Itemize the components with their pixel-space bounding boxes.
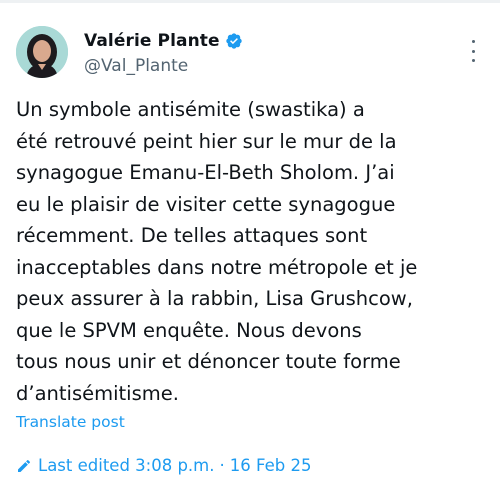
author-display-name[interactable]: Valérie Plante	[84, 31, 220, 51]
avatar[interactable]	[16, 26, 68, 78]
verified-badge-icon	[225, 32, 243, 50]
tweet-header: Valérie Plante @Val_Plante	[16, 26, 484, 86]
last-edited-date: 16 Feb 25	[229, 456, 312, 475]
edited-separator: ·	[219, 456, 225, 475]
tweet-text: Un symbole antisémite (swastika) a été r…	[16, 98, 418, 405]
author-handle[interactable]: @Val_Plante	[84, 56, 243, 76]
last-edited-label: Last edited 3:08 p.m.	[38, 456, 215, 475]
avatar-photo	[16, 26, 68, 78]
author-info: Valérie Plante @Val_Plante	[84, 30, 243, 76]
top-divider	[0, 0, 500, 3]
more-options-icon[interactable]	[470, 40, 476, 62]
translate-post-link[interactable]: Translate post	[16, 413, 125, 431]
last-edited-link[interactable]: Last edited 3:08 p.m. · 16 Feb 25	[16, 456, 311, 475]
pencil-icon	[16, 458, 32, 474]
